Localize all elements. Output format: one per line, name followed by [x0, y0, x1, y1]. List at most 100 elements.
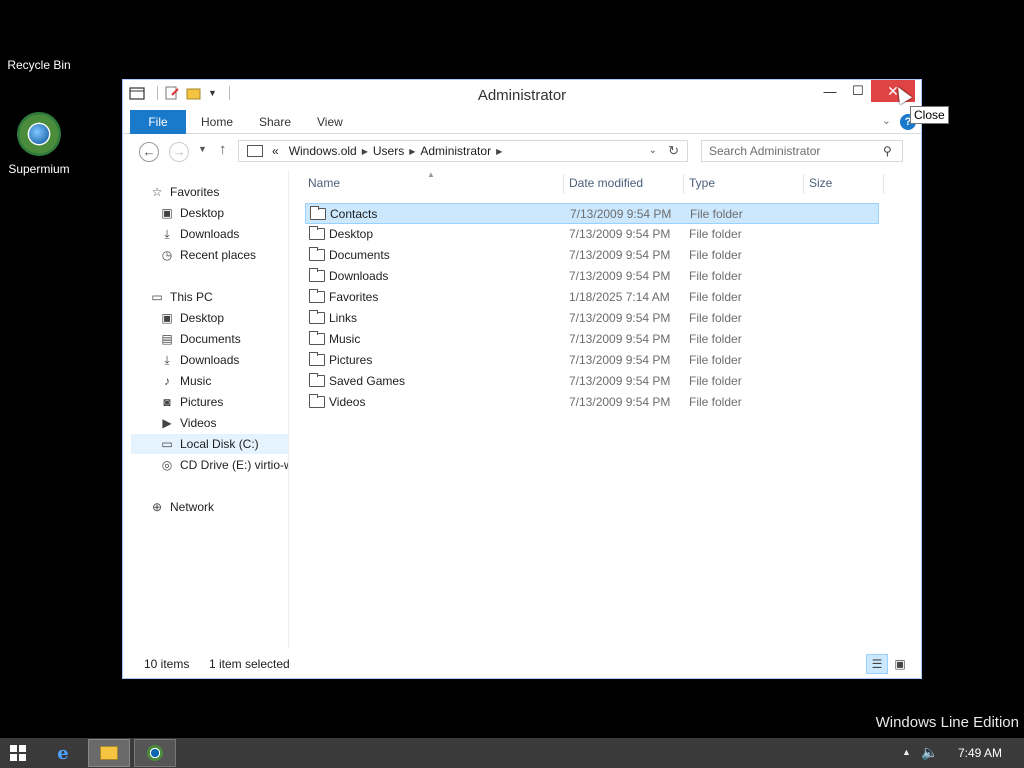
nav-cd-drive[interactable]: ◎ CD Drive (E:) virtio-w [159, 455, 289, 475]
folder-icon [310, 206, 326, 220]
breadcrumb-windows-old[interactable]: Windows.old [289, 144, 357, 158]
column-divider[interactable] [883, 174, 884, 194]
nav-label: CD Drive (E:) virtio-w [180, 458, 289, 472]
file-type: File folder [690, 207, 743, 221]
column-divider[interactable] [563, 174, 564, 194]
file-name: Saved Games [329, 374, 406, 388]
nav-favorites[interactable]: ☆ Favorites [149, 182, 220, 202]
nav-recent-places[interactable]: ◷ Recent places [159, 245, 256, 265]
title-bar[interactable]: ▼ Administrator — ☐ ✕ [123, 80, 921, 110]
file-name: Favorites [329, 290, 379, 304]
start-button[interactable] [10, 745, 26, 761]
folder-icon [309, 226, 325, 240]
recent-locations-dropdown[interactable]: ▼ [198, 144, 207, 154]
nav-pc-downloads[interactable]: ⤓ Downloads [159, 350, 239, 370]
nav-label: Favorites [170, 185, 220, 199]
column-divider[interactable] [803, 174, 804, 194]
taskbar-supermium-icon[interactable] [134, 739, 176, 767]
volume-muted-icon[interactable]: 🔈 [921, 744, 938, 761]
recycle-bin-shortcut[interactable]: Recycle Bin [4, 58, 74, 72]
sort-ascending-icon: ▲ [427, 170, 435, 179]
refresh-icon[interactable]: ↻ [668, 143, 679, 159]
folder-icon [309, 268, 325, 282]
folder-icon [100, 746, 118, 760]
navigation-pane[interactable]: ☆ Favorites ▣ Desktop ⤓ Downloads ◷ Recent p… [131, 170, 289, 648]
file-row[interactable]: Desktop 7/13/2009 9:54 PM File folder [305, 224, 879, 245]
nav-pc-videos[interactable]: ▶ Videos [159, 413, 216, 433]
file-row[interactable]: Documents 7/13/2009 9:54 PM File folder [305, 245, 879, 266]
nav-fav-downloads[interactable]: ⤓ Downloads [159, 224, 239, 244]
breadcrumb-users[interactable]: Users [373, 144, 404, 158]
edition-watermark: Windows Line Edition [875, 714, 1019, 731]
file-type: File folder [689, 227, 742, 241]
nav-label: Videos [180, 416, 217, 430]
search-icon[interactable]: ⚲ [883, 144, 915, 158]
up-button[interactable]: ↑ [219, 141, 227, 158]
large-icons-view-button[interactable]: ▣ [889, 654, 911, 674]
tab-file[interactable]: File [130, 110, 186, 134]
nav-label: Network [170, 500, 215, 514]
file-date: 7/13/2009 9:54 PM [569, 353, 671, 367]
column-divider[interactable] [683, 174, 684, 194]
address-bar[interactable]: « Windows.old ▶ Users ▶ Administrator ▶ … [238, 140, 688, 162]
file-row[interactable]: Music 7/13/2009 9:54 PM File folder [305, 329, 879, 350]
show-hidden-icons-icon[interactable]: ▲ [902, 747, 911, 757]
file-date: 7/13/2009 9:54 PM [569, 374, 671, 388]
breadcrumb-administrator[interactable]: Administrator [420, 144, 491, 158]
nav-local-disk[interactable]: ▭ Local Disk (C:) [131, 434, 288, 454]
nav-fav-desktop[interactable]: ▣ Desktop [159, 203, 224, 223]
tab-share[interactable]: Share [245, 110, 305, 134]
downloads-icon: ⤓ [164, 227, 170, 241]
window-title: Administrator [477, 87, 567, 104]
file-row[interactable]: Links 7/13/2009 9:54 PM File folder [305, 308, 879, 329]
nav-pc-music[interactable]: ♪ Music [159, 371, 211, 391]
network-icon: ⊕ [151, 500, 163, 514]
file-row[interactable]: Downloads 7/13/2009 9:54 PM File folder [305, 266, 879, 287]
breadcrumb-separator-icon[interactable]: ▶ [496, 147, 502, 156]
file-list[interactable]: ▲ Name Date modified Type Size Contacts 7… [293, 170, 913, 648]
folder-icon [309, 331, 325, 345]
address-dropdown-icon[interactable]: ⌄ [649, 145, 657, 156]
expand-ribbon-icon[interactable]: ⌄ [882, 114, 891, 127]
tab-home[interactable]: Home [187, 110, 247, 134]
file-date: 7/13/2009 9:54 PM [569, 269, 671, 283]
back-button[interactable]: ← [139, 142, 159, 162]
column-type[interactable]: Type [689, 176, 715, 196]
nav-label: Desktop [180, 206, 225, 220]
file-type: File folder [689, 248, 742, 262]
breadcrumb-separator-icon[interactable]: ▶ [409, 147, 415, 156]
minimize-button[interactable]: — [819, 80, 841, 102]
file-row[interactable]: Videos 7/13/2009 9:54 PM File folder [305, 392, 879, 413]
column-name[interactable]: Name [308, 176, 340, 196]
nav-pc-desktop[interactable]: ▣ Desktop [159, 308, 224, 328]
file-row[interactable]: Pictures 7/13/2009 9:54 PM File folder [305, 350, 879, 371]
navigation-bar: ← → ▼ ↑ « Windows.old ▶ Users ▶ Administ… [123, 134, 921, 170]
column-size[interactable]: Size [809, 176, 832, 196]
file-date: 7/13/2009 9:54 PM [569, 395, 671, 409]
details-view-button[interactable]: ☰ [866, 654, 888, 674]
file-row[interactable]: Saved Games 7/13/2009 9:54 PM File folder [305, 371, 879, 392]
forward-button[interactable]: → [169, 142, 189, 162]
downloads-icon: ⤓ [164, 353, 170, 367]
file-row[interactable]: Favorites 1/18/2025 7:14 AM File folder [305, 287, 879, 308]
tab-view[interactable]: View [303, 110, 357, 134]
nav-network[interactable]: ⊕ Network [149, 497, 214, 517]
column-date-modified[interactable]: Date modified [569, 176, 643, 196]
recent-places-icon: ◷ [161, 248, 173, 262]
recycle-bin-label: Recycle Bin [7, 58, 71, 72]
nav-pc-documents[interactable]: ▤ Documents [159, 329, 240, 349]
search-input[interactable]: Search Administrator [701, 140, 903, 162]
nav-this-pc[interactable]: ▭ This PC [149, 287, 212, 307]
taskbar-file-explorer-icon[interactable] [88, 739, 130, 767]
taskbar-internet-explorer-icon[interactable]: e [42, 739, 84, 767]
nav-label: Downloads [180, 353, 240, 367]
maximize-button[interactable]: ☐ [847, 80, 869, 102]
file-name: Music [329, 332, 361, 346]
nav-pc-pictures[interactable]: ◙ Pictures [159, 392, 223, 412]
breadcrumb-overflow[interactable]: « [272, 144, 279, 158]
supermium-shortcut[interactable]: Supermium [4, 112, 74, 176]
nav-label: Music [180, 374, 212, 388]
file-row[interactable]: Contacts 7/13/2009 9:54 PM File folder [305, 203, 879, 224]
breadcrumb-separator-icon[interactable]: ▶ [362, 147, 368, 156]
taskbar-clock[interactable]: 7:49 AM [958, 746, 1002, 760]
